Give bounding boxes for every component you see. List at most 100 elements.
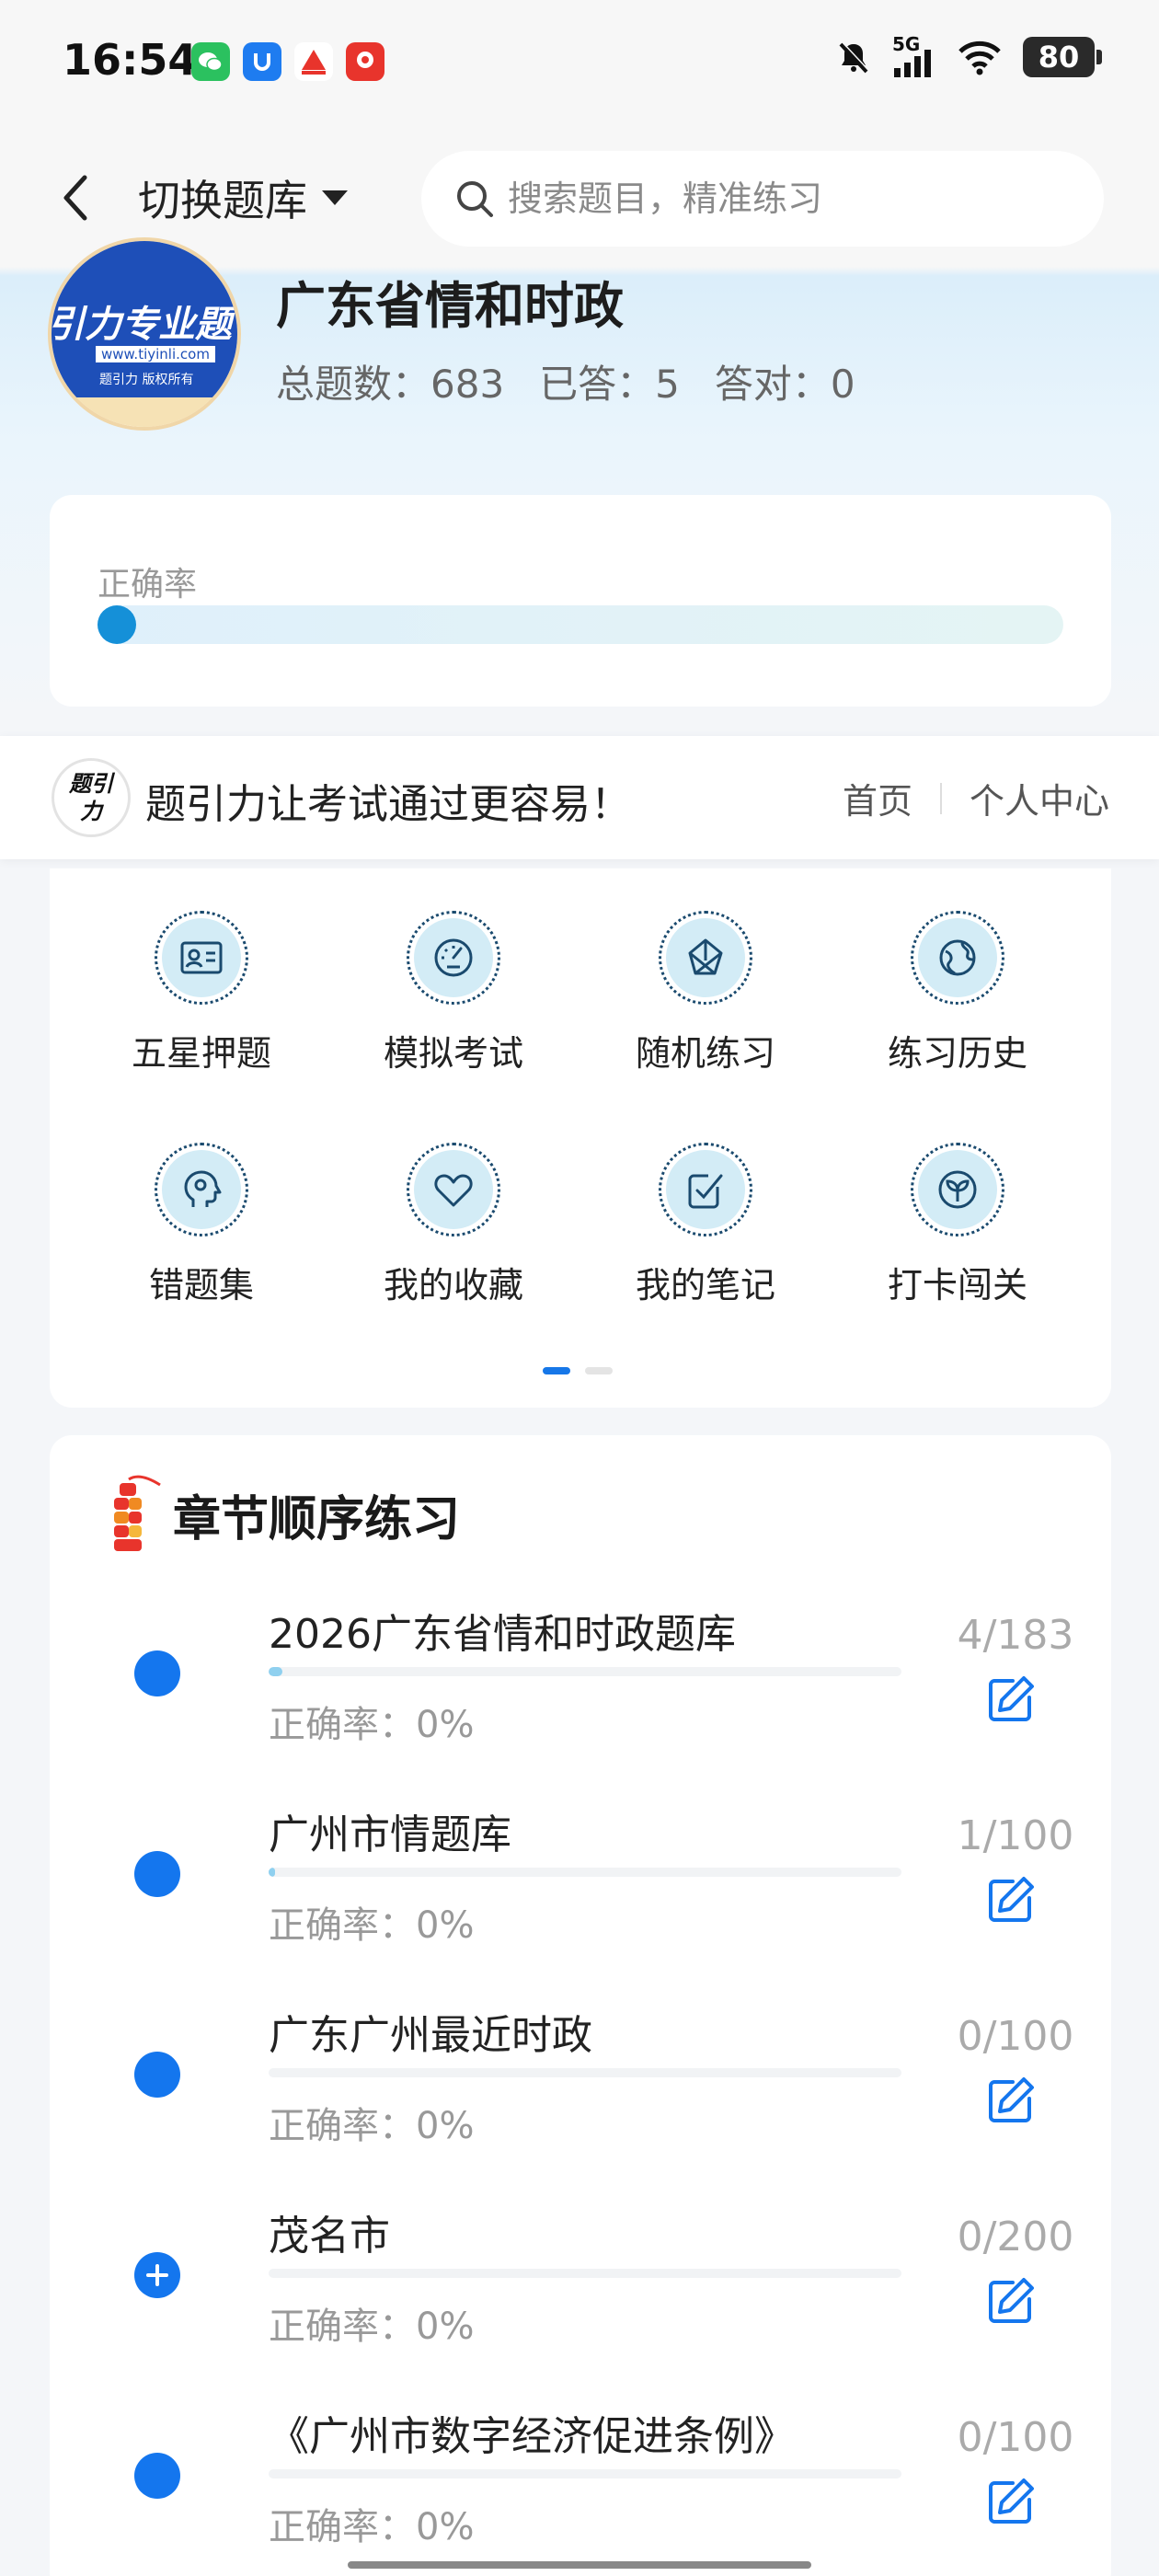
feature-icon-bg: [918, 1150, 997, 1229]
edit-practice-button[interactable]: [981, 2070, 1041, 2131]
chapter-name: 广州市情题库: [269, 1811, 511, 1858]
note-check-icon: [688, 1174, 723, 1209]
accuracy-label: 正确率: [98, 566, 198, 604]
answered-count: 已答：5: [539, 362, 680, 407]
status-bar: 16:54 5G 80: [0, 0, 1159, 129]
caret-down-icon: [322, 190, 348, 205]
profile-link[interactable]: 个人中心: [970, 773, 1109, 823]
status-right: 5G 80: [835, 33, 1102, 77]
feature-label: 错题集: [148, 1265, 254, 1305]
feature-random-practice[interactable]: 随机练习: [595, 911, 816, 1075]
logo-ribbon: [52, 397, 237, 427]
signal-icon: [894, 50, 931, 77]
chapter-name: 广东广州最近时政: [269, 2012, 592, 2059]
chapter-progress-track: [269, 2068, 901, 2077]
random-icon: [688, 938, 723, 975]
feature-icon-bg: [666, 1150, 745, 1229]
chapter-section-title: 章节顺序练习: [173, 1491, 461, 1547]
chapter-name: 2026广东省情和时政题库: [269, 1611, 736, 1658]
battery-icon: 80: [1023, 37, 1102, 77]
feature-icon-ring: [407, 1143, 500, 1236]
chapter-practice-card: 章节顺序练习 2026广东省情和时政题库 正确率：0% 4/183 广州市情题库…: [50, 1435, 1111, 2576]
chapter-bullet: [134, 1650, 180, 1696]
feature-icon-bg: [666, 918, 745, 997]
plus-icon: [146, 2264, 168, 2286]
chapter-progress-track: [269, 2269, 901, 2278]
chapter-count: 1/100: [957, 1812, 1074, 1859]
feature-icon-bg: [162, 1150, 241, 1229]
chapter-name: 《广州市数字经济促进条例》: [269, 2413, 795, 2460]
accuracy-track: [98, 605, 1063, 644]
chapter-bullet: [134, 2052, 180, 2098]
chapter-count: 4/183: [957, 1612, 1074, 1659]
logo-text: 引力专业题: [48, 304, 232, 346]
feature-label: 五星押题: [131, 1033, 271, 1074]
feature-check-in[interactable]: 打卡闯关: [847, 1143, 1068, 1307]
search-bar[interactable]: [421, 151, 1104, 247]
edit-icon: [989, 2478, 1034, 2524]
id-card-icon: [180, 941, 223, 974]
edit-practice-button[interactable]: [981, 1669, 1041, 1730]
chapter-row[interactable]: 2026广东省情和时政题库 正确率：0% 4/183: [50, 1592, 1111, 1792]
chapter-row[interactable]: 茂名市 正确率：0% 0/200: [50, 2193, 1111, 2394]
feature-wrong-set[interactable]: 错题集: [91, 1143, 312, 1307]
chapter-accuracy: 正确率：0%: [269, 2506, 475, 2548]
wechat-icon: [191, 42, 230, 81]
promo-banner: 题引力 题引力让考试通过更容易！ 首页 个人中心: [0, 736, 1159, 859]
feature-label: 我的收藏: [383, 1265, 523, 1305]
feature-practice-history[interactable]: 练习历史: [847, 911, 1068, 1075]
total-questions: 总题数：683: [276, 362, 505, 407]
banner-links: 首页 个人中心: [843, 773, 1109, 823]
search-input[interactable]: [508, 178, 1060, 219]
search-icon: [457, 181, 493, 217]
chapter-progress-fill: [269, 1667, 283, 1676]
edit-practice-button[interactable]: [981, 1869, 1041, 1930]
chapter-bullet: [134, 2453, 180, 2499]
feature-icon-bg: [414, 1150, 493, 1229]
chapter-accuracy: 正确率：0%: [269, 1704, 475, 1746]
correct-count: 答对：0: [714, 362, 855, 407]
chapter-count: 0/100: [957, 2414, 1074, 2461]
switch-bank-label: 切换题库: [138, 176, 307, 225]
feature-icon-ring: [155, 911, 248, 1005]
feature-five-star[interactable]: 五星押题: [91, 911, 312, 1075]
chapter-count: 0/100: [957, 2013, 1074, 2060]
chapter-row[interactable]: 广州市情题库 正确率：0% 1/100: [50, 1792, 1111, 1993]
edit-practice-button[interactable]: [981, 2271, 1041, 2331]
home-indicator[interactable]: [348, 2561, 811, 2569]
bank-stats: 总题数：683 已答：5 答对：0: [276, 353, 855, 409]
accuracy-indicator: [98, 605, 136, 644]
feature-notes[interactable]: 我的笔记: [595, 1143, 816, 1307]
app-shop-icon: [346, 42, 384, 81]
edit-icon: [989, 1676, 1034, 1721]
switch-bank-dropdown[interactable]: 切换题库: [138, 166, 350, 230]
chapter-accuracy: 正确率：0%: [269, 2105, 475, 2147]
chapter-count: 0/200: [957, 2214, 1074, 2260]
speedometer-icon: [434, 938, 473, 977]
chapter-name: 茂名市: [269, 2213, 390, 2260]
banner-slogan: 题引力让考试通过更容易！: [145, 781, 631, 828]
bank-title: 广东省情和时政: [276, 277, 624, 335]
feature-mock-exam[interactable]: 模拟考试: [343, 911, 564, 1075]
brand-logo-text: 题引力: [69, 771, 113, 824]
mute-bell-icon: [839, 41, 869, 74]
chapter-progress-track: [269, 1667, 901, 1676]
expand-button[interactable]: [134, 2252, 180, 2298]
app-red-icon: [294, 42, 333, 81]
edit-icon: [989, 2077, 1034, 2122]
feature-label: 模拟考试: [383, 1033, 523, 1074]
wifi-icon: [958, 40, 1001, 75]
feature-icon-ring: [407, 911, 500, 1005]
back-button[interactable]: [48, 166, 103, 230]
edit-practice-button[interactable]: [981, 2471, 1041, 2532]
feature-favorites[interactable]: 我的收藏: [343, 1143, 564, 1307]
status-app-icons: [191, 42, 384, 81]
feature-label: 随机练习: [635, 1033, 775, 1074]
home-link[interactable]: 首页: [843, 773, 912, 823]
edit-icon: [989, 1877, 1034, 1922]
logo-copyright: 题引力 版权所有: [99, 373, 194, 387]
chapter-row[interactable]: 广东广州最近时政 正确率：0% 0/100: [50, 1993, 1111, 2193]
feature-label: 打卡闯关: [887, 1265, 1027, 1305]
chapter-accuracy: 正确率：0%: [269, 2306, 475, 2348]
chapter-row[interactable]: 《广州市数字经济促进条例》 正确率：0% 0/100: [50, 2394, 1111, 2576]
